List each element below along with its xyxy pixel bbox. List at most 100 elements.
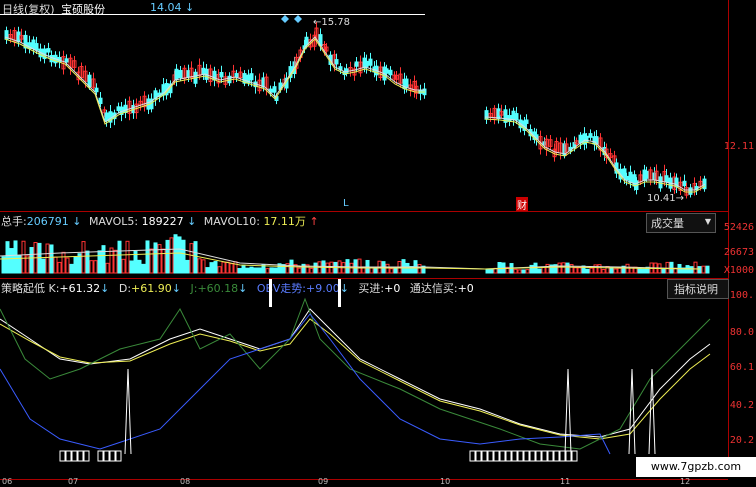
volume-panel[interactable]: 总手:206791 ↓ MAVOL5: 189227 ↓ MAVOL10: 17… — [0, 211, 728, 279]
candle-body[interactable] — [664, 175, 669, 183]
volume-bar — [545, 263, 550, 274]
signal-box — [481, 450, 488, 462]
volume-bar — [561, 262, 566, 274]
volume-bar — [245, 267, 250, 274]
indicator-chart — [0, 279, 711, 462]
volume-bar — [181, 239, 186, 274]
date-tick-label: 08 — [180, 477, 191, 486]
indicator-panel[interactable]: 策略起低 K:+61.32↓ D:+61.90↓ J:+60.18↓ OBV走势… — [0, 279, 729, 479]
candle-body[interactable] — [682, 180, 687, 187]
signal-box — [97, 450, 104, 462]
candle-body[interactable] — [658, 176, 663, 189]
signal-box — [547, 450, 554, 462]
candle-body[interactable] — [384, 68, 389, 74]
volume-axis-top: 52426 — [723, 222, 754, 233]
volume-bar — [165, 239, 170, 274]
candle-body[interactable] — [98, 97, 103, 104]
candle-body[interactable] — [64, 58, 69, 63]
volume-bar — [29, 247, 34, 274]
volume-bar — [489, 268, 494, 274]
volume-bar — [497, 262, 502, 274]
candle-body[interactable] — [588, 133, 593, 138]
volume-bar — [53, 256, 58, 274]
volume-bar — [249, 266, 254, 274]
signal-box — [571, 450, 578, 462]
volume-bar — [169, 237, 174, 274]
volume-bar — [177, 236, 182, 274]
volume-bar — [521, 269, 526, 274]
volume-bar — [641, 268, 646, 274]
candle-body[interactable] — [628, 171, 633, 184]
volume-bar — [9, 248, 14, 274]
candle-body[interactable] — [234, 73, 239, 78]
volume-bar — [89, 260, 94, 274]
j-line — [0, 297, 711, 450]
volume-bar — [693, 261, 698, 274]
candle-body[interactable] — [364, 60, 369, 68]
indicator-axis-60: 60.1 — [729, 362, 754, 373]
candle-body[interactable] — [174, 68, 179, 81]
price-panel[interactable]: 日线(复权) 宝硕股份 14.04 ↓ ←15.78 10.41→ L 财 — [0, 0, 728, 212]
volume-bar — [5, 241, 10, 274]
candle-body[interactable] — [334, 59, 339, 65]
event-diamond-icon[interactable] — [294, 15, 302, 23]
date-axis: 06 07 08 09 10 11 12 — [0, 477, 728, 487]
volume-bar — [41, 258, 46, 274]
candle-body[interactable] — [578, 134, 583, 144]
candle-body[interactable] — [354, 61, 359, 67]
indicator-axis-100: 100. — [729, 290, 754, 301]
signal-box — [499, 450, 506, 462]
date-tick-label: 12 — [680, 477, 691, 486]
candle-body[interactable] — [368, 58, 373, 66]
signal-box — [553, 450, 560, 462]
candle-body[interactable] — [249, 73, 254, 81]
candle-body[interactable] — [624, 175, 629, 181]
signal-box — [505, 450, 512, 462]
candle-body[interactable] — [46, 48, 51, 53]
volume-bar — [201, 259, 206, 274]
candle-body[interactable] — [584, 135, 589, 143]
candle-body[interactable] — [272, 86, 277, 93]
candle-body[interactable] — [94, 87, 99, 93]
candle-body[interactable] — [622, 168, 627, 178]
candle-body[interactable] — [178, 70, 183, 79]
volume-bar — [13, 240, 18, 274]
volume-bar — [601, 268, 606, 274]
signal-box — [83, 450, 90, 462]
volume-bar — [373, 267, 378, 274]
signal-box — [541, 450, 548, 462]
signal-box — [469, 450, 476, 462]
candle-body[interactable] — [688, 187, 693, 195]
candle-body[interactable] — [507, 115, 512, 122]
volume-bar — [81, 241, 86, 274]
candle-body[interactable] — [514, 113, 519, 121]
candle-body[interactable] — [104, 112, 109, 122]
volume-bar — [385, 263, 390, 274]
volume-bar — [313, 262, 318, 274]
volume-bar — [185, 259, 190, 274]
signal-box — [517, 450, 524, 462]
candlestick-chart[interactable] — [0, 0, 728, 211]
low-price-label: 10.41→ — [647, 193, 685, 204]
volume-bar — [325, 262, 330, 274]
candle-body[interactable] — [404, 78, 409, 88]
volume-bar — [113, 249, 118, 274]
volume-bar — [617, 267, 622, 274]
signal-box — [565, 450, 572, 462]
event-diamond-icon[interactable] — [281, 15, 289, 23]
candle-body[interactable] — [219, 71, 224, 78]
signal-box — [475, 450, 482, 462]
volume-bar — [417, 264, 422, 274]
volume-bar — [265, 268, 270, 274]
candle-body[interactable] — [484, 110, 489, 120]
candle-body[interactable] — [34, 43, 39, 51]
date-tick-label: 06 — [2, 477, 13, 486]
volume-bar — [637, 267, 642, 274]
signal-box — [559, 450, 566, 462]
financial-marker[interactable]: 财 — [516, 197, 528, 212]
candle-body[interactable] — [644, 170, 649, 179]
candle-body[interactable] — [388, 69, 393, 76]
candle-body[interactable] — [524, 119, 529, 124]
volume-bar — [529, 264, 534, 274]
buy-signal-bar — [338, 279, 341, 307]
